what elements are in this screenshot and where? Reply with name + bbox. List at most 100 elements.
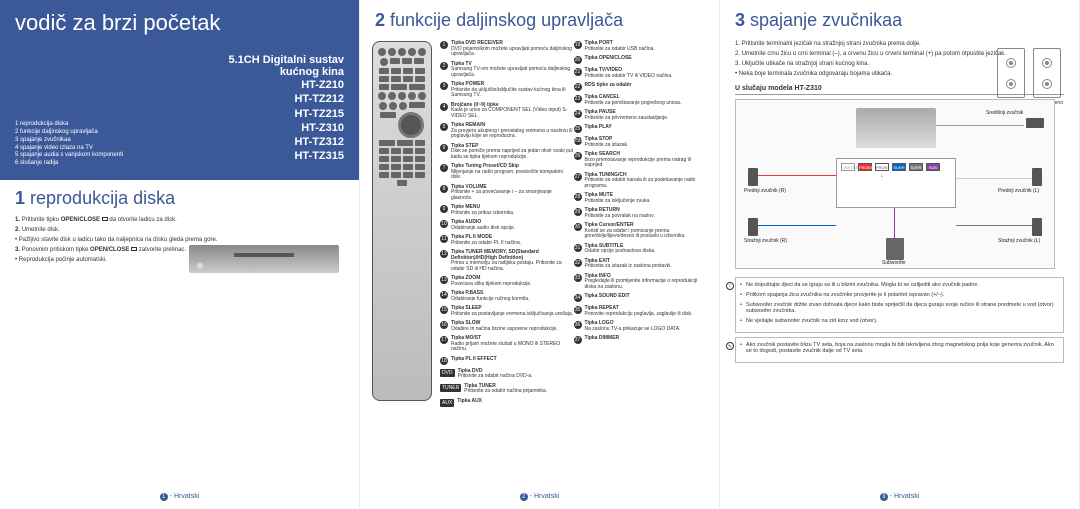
legend-item: 16Tipka SLOWOdabire tri načina brzine us… <box>440 321 574 332</box>
remote-btn <box>379 156 389 162</box>
panel-2: 2 funkcije daljinskog upravljača <box>360 0 720 509</box>
port-center: CENTER <box>841 163 855 171</box>
legend-txt: Tipka AUDIOOdabiranje audio disk opcije. <box>451 220 515 231</box>
legend-txt: Tipka SLOWOdabire tri načina brzine uspo… <box>451 321 558 332</box>
legend-txt: Tipka ZOOMPovećava sliku tijekom reprodu… <box>451 276 532 287</box>
s2n: 2. <box>15 227 20 233</box>
remote-btn <box>388 92 396 100</box>
legend-item: 29Tipka RETURNPritisnite za povratak na … <box>574 208 708 219</box>
legend-num: 21 <box>574 68 582 76</box>
legend-tag: TUNER <box>440 384 461 392</box>
legend-item: 25Tipka PLAY <box>574 125 708 133</box>
legend-tag: AUX <box>440 399 454 407</box>
spk-sub <box>886 238 904 260</box>
legend-item: 12Tipka TUNER MEMORY, SD(Standard Defini… <box>440 250 574 272</box>
p3s3n: 3. <box>735 61 740 67</box>
remote-dpad <box>398 112 424 138</box>
legend-item: 30Tipka Cursor/ENTERKoristi se za odabir… <box>574 223 708 240</box>
legend-num: 25 <box>574 125 582 133</box>
s3ba: • Reprodukcija počinje automatski. <box>15 257 107 263</box>
legend-txt: Tipka TVSamsung TV-om možete upravljati … <box>451 62 574 79</box>
legend-item: 1Tipka DVD RECEIVERDVD prijamnikom možet… <box>440 41 574 58</box>
legend-txt: Brojčane (0~9) tipkeKada je unos za COMP… <box>451 103 574 120</box>
toc-4: 5 spajanje audia s vanjskom komponenti <box>15 152 123 160</box>
legend-num: 15 <box>440 306 448 314</box>
remote-btn <box>398 92 406 100</box>
legend-txt: Tipka PLAY <box>585 125 612 131</box>
guide-title: vodič za brzi početak <box>15 10 344 36</box>
remote-btn <box>391 76 401 82</box>
legend-item: 33Tipka INFOPregledajte ili promijenite … <box>574 274 708 291</box>
s3n: 3. <box>15 247 20 253</box>
p3s3t: Uključite utikače na stražnjoj strani ku… <box>742 61 869 67</box>
lang-1: - Hrvatski <box>170 493 200 500</box>
spk-fl <box>1032 168 1042 186</box>
remote-btn <box>379 102 387 110</box>
legend-item: 4Brojčane (0~9) tipkeKada je unos za COM… <box>440 103 574 120</box>
legend-txt: Tipka REMAINZa provjeru ukupnog i preost… <box>451 123 574 140</box>
legend-txt: Tipka EXITPritisnite za izlazak iz zaslo… <box>585 259 672 270</box>
legend-num: 17 <box>440 336 448 344</box>
legend-txt: Tipka MO/STRadio prijam možete slušati u… <box>451 336 574 353</box>
sys-line1: 5.1CH Digitalni sustav <box>15 54 344 66</box>
legend-item: 25bTipka STOPPritisnite za izlazak. <box>574 137 708 148</box>
remote-btn <box>391 164 401 170</box>
remote-btn <box>391 68 401 74</box>
legend-num: 5 <box>440 123 448 131</box>
legend-txt: Tipke MENUPritisnite za prikaz izbornika… <box>451 205 514 216</box>
dvd-player-illustration <box>189 245 339 273</box>
legend-num: 16 <box>440 321 448 329</box>
legend-txt: Tipka CANCELPritisnite za poništavanje p… <box>585 95 682 106</box>
legend-txt: Tipka PL II MODEPritisnite za odabir PL … <box>451 235 521 246</box>
legend-num: 23 <box>574 95 582 103</box>
s1a: Pritisnite tipku <box>22 217 61 223</box>
legend-txt: Tipka TUNING/CHPritisnite za odabir kana… <box>585 173 708 190</box>
section-3-title: 3 spajanje zvučnikaa <box>720 0 1079 41</box>
legend-num: 29 <box>574 208 582 216</box>
legend-num: 2 <box>440 62 448 70</box>
remote-btn <box>403 68 413 74</box>
section-2-text: funkcije daljinskog upravljača <box>390 10 623 30</box>
legend-item: 34Tipka SOUND EDIT <box>574 294 708 302</box>
legend-txt: Tipka DVD RECEIVERDVD prijamnikom možete… <box>451 41 574 58</box>
remote-btn <box>408 92 416 100</box>
legend-num: 9 <box>440 205 448 213</box>
remote-btn <box>415 68 425 74</box>
legend-num: 24 <box>574 110 582 118</box>
legend-num: 33 <box>574 274 582 282</box>
p3s2t: Umetnite crnu žicu u crni terminal (–), … <box>742 51 1006 57</box>
legend-item: TUNERTipka TUNERPritisnite za odabir nač… <box>440 384 574 395</box>
legend-num: 25b <box>574 137 582 145</box>
legend-item: 28Tipka MUTEPritisnite za isključenje zv… <box>574 193 708 204</box>
step-1: 1. Pritisnite tipku OPEN/CLOSE da otvori… <box>15 217 344 223</box>
legend-txt: Tipka SUBTITLEOdabir opcije podnaslova d… <box>585 244 656 255</box>
legend-num: 18 <box>440 357 448 365</box>
remote-btn <box>391 148 401 154</box>
legend-txt: Tipka INFOPregledajte ili promijenite in… <box>585 274 708 291</box>
legend-item: 20Tipka OPEN/CLOSE <box>574 56 708 64</box>
remote-btn <box>415 156 425 162</box>
remote-btn <box>403 164 413 170</box>
terminal-illustration <box>997 48 1061 98</box>
s1b: OPEN/CLOSE <box>61 217 102 223</box>
legend-num: 34 <box>574 294 582 302</box>
legend-item: 7Tipke Tuning Preset/CD SkipMijenjanje n… <box>440 164 574 181</box>
legend-num: 12 <box>440 250 448 258</box>
remote-btn <box>403 156 413 162</box>
remote-btn <box>379 84 389 90</box>
legend-txt: Tipka SOUND EDIT <box>585 294 630 300</box>
rear-panel: CENTER FRONT R FRONT L SURR R SURR L SUB <box>836 158 956 208</box>
legend-txt: Tipka PORTPritisnite za odabir USB način… <box>585 41 655 52</box>
legend-txt: Tipke SEARCHBrzo premotavanje reprodukci… <box>585 152 708 169</box>
section-3-num: 3 <box>735 10 745 30</box>
remote-btn <box>415 172 425 178</box>
remote-btn <box>397 140 413 146</box>
remote-btn <box>391 172 401 178</box>
remote-btn <box>409 84 425 90</box>
legend-item: 14Tipka P.BASSOdabiranje funkcije ručnog… <box>440 291 574 302</box>
legend-item: 8Tipka VOLUMEPritisnite + za povećavanje… <box>440 185 574 202</box>
legend-item: 3Tipka POWERPritisnite da uključite/iskl… <box>440 82 574 99</box>
legend-item: 19Tipka PORTPritisnite za odabir USB nač… <box>574 41 708 52</box>
legend-item: 22RDS tipke za odabir <box>574 83 708 91</box>
section-2-title: 2 funkcije daljinskog upravljača <box>360 0 719 41</box>
